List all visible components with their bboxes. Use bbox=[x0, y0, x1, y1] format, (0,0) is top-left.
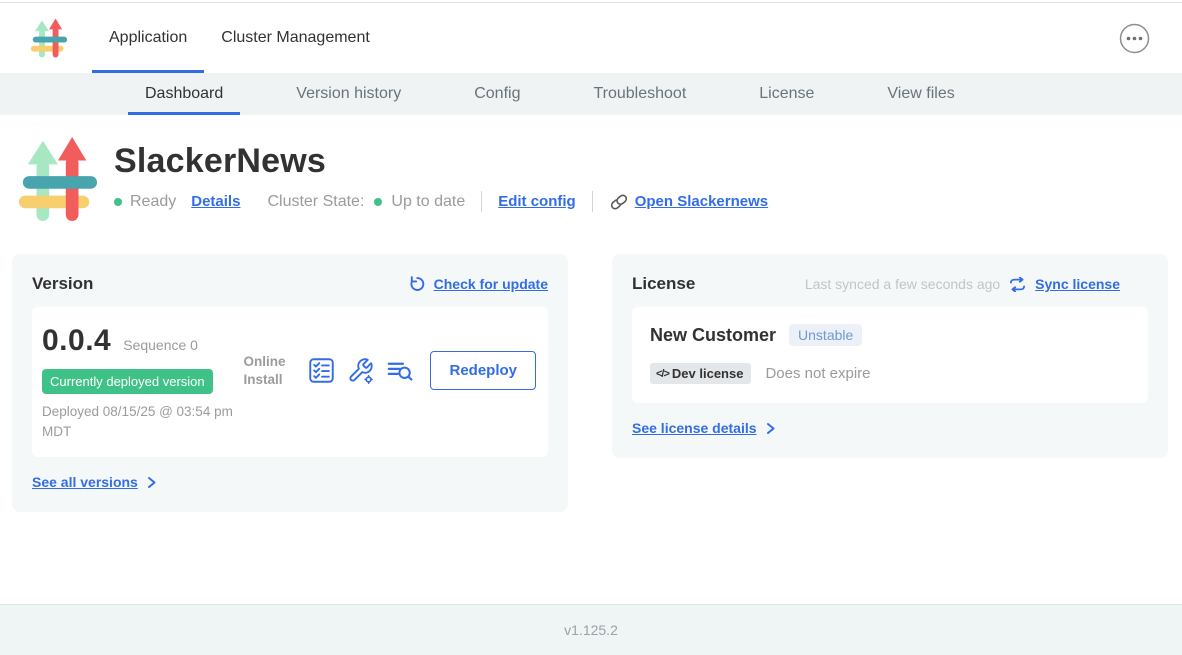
chevron-right-icon bbox=[765, 422, 776, 435]
redeploy-button[interactable]: Redeploy bbox=[430, 351, 536, 390]
tab-version-history[interactable]: Version history bbox=[279, 73, 418, 115]
check-for-update-group[interactable]: Check for update bbox=[408, 275, 548, 293]
see-license-details-link[interactable]: See license details bbox=[632, 420, 757, 436]
sync-license-link[interactable]: Sync license bbox=[1035, 276, 1120, 292]
see-license-details-group[interactable]: See license details bbox=[632, 420, 776, 436]
dashboard-content: SlackerNews Ready Details Cluster State:… bbox=[0, 115, 1182, 604]
see-all-versions-group[interactable]: See all versions bbox=[32, 474, 157, 490]
app-status-row: Ready Details Cluster State: Up to date … bbox=[114, 191, 768, 212]
chevron-right-icon bbox=[146, 476, 157, 489]
open-slackernews-link[interactable]: Open Slackernews bbox=[635, 193, 768, 210]
deployed-version-badge: Currently deployed version bbox=[42, 369, 213, 394]
version-card-title: Version bbox=[32, 274, 93, 294]
version-sequence: Sequence 0 bbox=[123, 337, 198, 353]
app-header-text: SlackerNews Ready Details Cluster State:… bbox=[114, 135, 768, 223]
license-card-header: License Last synced a few seconds ago Sy… bbox=[632, 274, 1148, 294]
footer: v1.125.2 bbox=[0, 604, 1182, 655]
cluster-state-dot bbox=[374, 198, 382, 206]
dashboard-cards: Version Check for update 0.0.4 Sequence … bbox=[12, 254, 1168, 512]
divider bbox=[481, 191, 482, 212]
version-card: Version Check for update 0.0.4 Sequence … bbox=[12, 254, 568, 512]
console-version: v1.125.2 bbox=[564, 622, 618, 638]
preflight-checklist-icon[interactable] bbox=[308, 357, 335, 384]
customer-name: New Customer bbox=[650, 325, 776, 346]
top-nav-spacer bbox=[387, 3, 1119, 73]
version-number: 0.0.4 bbox=[42, 324, 111, 358]
tab-view-files[interactable]: View files bbox=[870, 73, 971, 115]
last-synced-text: Last synced a few seconds ago bbox=[805, 276, 1000, 292]
customer-row: New Customer Unstable bbox=[650, 324, 1130, 346]
app-status-dot bbox=[114, 198, 122, 206]
page-title: SlackerNews bbox=[114, 142, 768, 181]
cluster-state-label: Cluster State: bbox=[267, 193, 364, 211]
see-all-versions-link[interactable]: See all versions bbox=[32, 474, 138, 490]
ellipsis-circle-icon bbox=[1119, 23, 1150, 54]
license-meta-row: </> Dev license Does not expire bbox=[650, 363, 1130, 384]
license-type-text: Dev license bbox=[672, 366, 744, 381]
tab-application[interactable]: Application bbox=[92, 3, 204, 73]
logs-magnifier-icon[interactable] bbox=[386, 357, 413, 384]
version-card-header: Version Check for update bbox=[32, 274, 548, 294]
more-menu-button[interactable] bbox=[1119, 23, 1150, 54]
top-nav-tabs: Application Cluster Management bbox=[92, 3, 387, 73]
open-app-group[interactable]: Open Slackernews bbox=[609, 192, 768, 212]
details-link[interactable]: Details bbox=[191, 193, 240, 210]
tab-dashboard[interactable]: Dashboard bbox=[128, 73, 240, 115]
license-expiration: Does not expire bbox=[765, 365, 870, 382]
tab-config[interactable]: Config bbox=[457, 73, 537, 115]
license-card: License Last synced a few seconds ago Sy… bbox=[612, 254, 1168, 458]
app-logo-icon bbox=[30, 17, 68, 59]
current-version-box: 0.0.4 Sequence 0 Currently deployed vers… bbox=[32, 307, 548, 457]
refresh-icon bbox=[408, 275, 426, 293]
license-details-box: New Customer Unstable </> Dev license Do… bbox=[632, 307, 1148, 403]
channel-badge: Unstable bbox=[789, 324, 862, 346]
app-logo-arrows-hash-svg bbox=[30, 17, 68, 59]
license-sync-group: Last synced a few seconds ago Sync licen… bbox=[805, 276, 1120, 292]
license-card-title: License bbox=[632, 274, 695, 294]
app-logo-large-icon bbox=[17, 135, 99, 223]
app-status-text: Ready bbox=[130, 193, 176, 211]
tab-license[interactable]: License bbox=[742, 73, 831, 115]
wrench-gear-config-icon[interactable] bbox=[347, 357, 374, 384]
tab-cluster-management[interactable]: Cluster Management bbox=[204, 3, 387, 73]
edit-config-link[interactable]: Edit config bbox=[498, 193, 576, 210]
divider bbox=[592, 191, 593, 212]
deployed-timestamp: Deployed 08/15/25 @ 03:54 pm MDT bbox=[42, 402, 262, 441]
install-type-label: Online Install bbox=[243, 353, 293, 388]
app-sub-navigation: Dashboard Version history Config Trouble… bbox=[0, 73, 1182, 115]
version-actions: Online Install bbox=[243, 351, 536, 390]
double-arrow-sync-icon bbox=[1009, 277, 1026, 292]
app-logo-arrows-hash-svg bbox=[17, 135, 99, 223]
check-for-update-link[interactable]: Check for update bbox=[434, 276, 548, 292]
app-header: SlackerNews Ready Details Cluster State:… bbox=[17, 135, 1182, 223]
top-navigation: Application Cluster Management bbox=[0, 3, 1182, 73]
code-icon: </> bbox=[656, 368, 669, 380]
chain-link-icon bbox=[609, 192, 629, 212]
tab-troubleshoot[interactable]: Troubleshoot bbox=[576, 73, 703, 115]
cluster-state-value: Up to date bbox=[391, 193, 465, 211]
license-type-badge: </> Dev license bbox=[650, 363, 751, 384]
